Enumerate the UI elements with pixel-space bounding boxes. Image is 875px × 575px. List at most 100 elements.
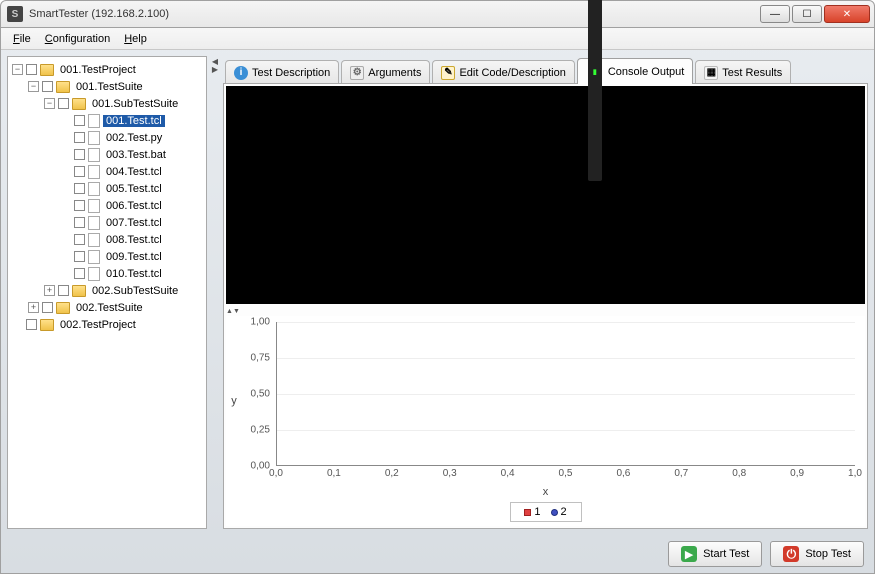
x-tick: 0,5 — [559, 468, 573, 479]
close-button[interactable]: ✕ — [824, 5, 870, 23]
tab-console-output[interactable]: ▮Console Output — [577, 58, 693, 84]
folder-icon — [40, 319, 54, 331]
tab-test-description[interactable]: i Test Description — [225, 60, 339, 84]
expand-icon[interactable]: + — [44, 285, 55, 296]
tree-node[interactable]: 010.Test.tcl — [103, 268, 165, 280]
tree-node[interactable]: 002.SubTestSuite — [89, 285, 181, 297]
legend-marker-2 — [551, 509, 558, 516]
tree-node[interactable]: 001.TestSuite — [73, 81, 146, 93]
x-tick: 0,1 — [327, 468, 341, 479]
tab-label: Arguments — [368, 67, 421, 79]
checkbox[interactable] — [26, 319, 37, 330]
checkbox[interactable] — [74, 200, 85, 211]
tab-edit-code[interactable]: ✎Edit Code/Description — [432, 60, 574, 84]
x-tick: 0,6 — [616, 468, 630, 479]
tree-node[interactable]: 007.Test.tcl — [103, 217, 165, 229]
folder-icon — [40, 64, 54, 76]
folder-icon — [56, 81, 70, 93]
x-tick: 0,2 — [385, 468, 399, 479]
x-tick: 0,9 — [790, 468, 804, 479]
checkbox[interactable] — [74, 268, 85, 279]
chevron-right-icon[interactable]: ▶ — [212, 66, 218, 74]
tree-node[interactable]: 009.Test.tcl — [103, 251, 165, 263]
console-output[interactable] — [226, 86, 865, 304]
y-tick: 0,25 — [251, 425, 270, 436]
tree-node[interactable]: 003.Test.bat — [103, 149, 169, 161]
tab-label: Test Description — [252, 67, 330, 79]
menu-help[interactable]: Help — [118, 31, 153, 47]
tab-arguments[interactable]: ⚙Arguments — [341, 60, 430, 84]
file-icon — [88, 131, 100, 145]
y-axis-label: y — [226, 316, 242, 486]
file-icon — [88, 216, 100, 230]
vertical-splitter[interactable]: ◀ ▶ — [211, 56, 219, 529]
title-bar: S SmartTester (192.168.2.100) — ☐ ✕ — [0, 0, 875, 28]
expand-icon[interactable]: − — [44, 98, 55, 109]
file-icon — [88, 114, 100, 128]
file-icon — [88, 182, 100, 196]
tree-node[interactable]: 002.TestProject — [57, 319, 139, 331]
folder-icon — [72, 285, 86, 297]
expand-icon[interactable]: − — [28, 81, 39, 92]
checkbox[interactable] — [74, 132, 85, 143]
checkbox[interactable] — [74, 251, 85, 262]
x-tick: 1,0 — [848, 468, 862, 479]
tree-node[interactable]: 002.Test.py — [103, 132, 165, 144]
project-tree[interactable]: − 001.TestProject − 001.TestSuite − 001.Sub… — [7, 56, 207, 529]
legend-label: 1 — [534, 506, 540, 518]
checkbox[interactable] — [58, 98, 69, 109]
info-icon: i — [234, 66, 248, 80]
checkbox[interactable] — [74, 149, 85, 160]
tree-node[interactable]: 005.Test.tcl — [103, 183, 165, 195]
folder-icon — [72, 98, 86, 110]
play-icon: ▶ — [681, 546, 697, 562]
checkbox[interactable] — [74, 183, 85, 194]
console-icon: ▮ — [588, 0, 602, 181]
tab-label: Test Results — [722, 67, 782, 79]
expand-icon[interactable]: + — [28, 302, 39, 313]
plot-area[interactable] — [276, 322, 855, 466]
checkbox[interactable] — [58, 285, 69, 296]
start-test-button[interactable]: ▶Start Test — [668, 541, 762, 567]
checkbox[interactable] — [42, 302, 53, 313]
chevron-down-icon[interactable]: ▼ — [233, 308, 240, 315]
tab-bar: i Test Description ⚙Arguments ✎Edit Code/… — [223, 56, 868, 84]
y-tick: 0,50 — [251, 389, 270, 400]
y-tick: 0,00 — [251, 461, 270, 472]
tree-node[interactable]: 002.TestSuite — [73, 302, 146, 314]
menu-file[interactable]: File — [7, 31, 37, 47]
chevron-up-icon[interactable]: ▲ — [226, 308, 233, 315]
file-icon — [88, 148, 100, 162]
file-icon — [88, 199, 100, 213]
tree-node[interactable]: 008.Test.tcl — [103, 234, 165, 246]
tree-node[interactable]: 001.SubTestSuite — [89, 98, 181, 110]
x-tick: 0,4 — [501, 468, 515, 479]
menu-configuration[interactable]: Configuration — [39, 31, 116, 47]
x-tick: 0,8 — [732, 468, 746, 479]
checkbox[interactable] — [26, 64, 37, 75]
window-title: SmartTester (192.168.2.100) — [29, 8, 760, 20]
checkbox[interactable] — [74, 166, 85, 177]
checkbox[interactable] — [74, 115, 85, 126]
folder-icon — [56, 302, 70, 314]
edit-icon: ✎ — [441, 66, 455, 80]
x-axis-label: x — [226, 486, 865, 500]
tree-node[interactable]: 001.TestProject — [57, 64, 139, 76]
minimize-button[interactable]: — — [760, 5, 790, 23]
tree-node[interactable]: 004.Test.tcl — [103, 166, 165, 178]
tree-node[interactable]: 006.Test.tcl — [103, 200, 165, 212]
expand-icon[interactable]: − — [12, 64, 23, 75]
maximize-button[interactable]: ☐ — [792, 5, 822, 23]
tab-test-results[interactable]: ▦Test Results — [695, 60, 791, 84]
file-icon — [88, 267, 100, 281]
horizontal-splitter[interactable]: ▲▼ — [224, 306, 867, 316]
checkbox[interactable] — [42, 81, 53, 92]
tree-node-selected[interactable]: 001.Test.tcl — [103, 115, 165, 127]
legend-label: 2 — [561, 506, 567, 518]
checkbox[interactable] — [74, 217, 85, 228]
file-icon — [88, 250, 100, 264]
stop-test-button[interactable]: ⏻Stop Test — [770, 541, 864, 567]
y-tick: 0,75 — [251, 353, 270, 364]
checkbox[interactable] — [74, 234, 85, 245]
x-tick: 0,0 — [269, 468, 283, 479]
